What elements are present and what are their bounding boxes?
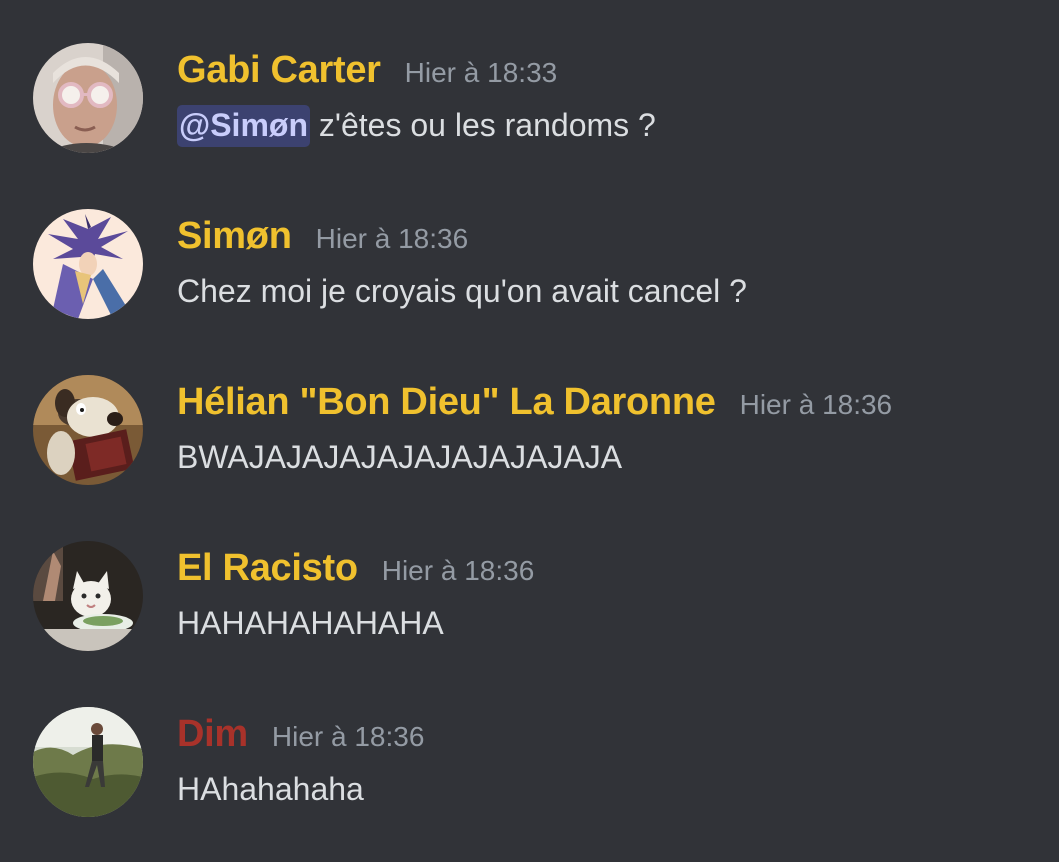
message-timestamp: Hier à 18:36 — [381, 555, 535, 586]
message-content: Chez moi je croyais qu'on avait cancel ? — [177, 273, 747, 310]
author-name[interactable]: Hélian "Bon Dieu" La Daronne — [177, 381, 716, 424]
message-text: HAHAHAHAHAHA — [177, 605, 444, 641]
message-timestamp: Hier à 18:36 — [315, 223, 469, 254]
message-header: Hélian "Bon Dieu" La Daronne Hier à 18:3… — [177, 381, 892, 424]
message-text: BWAJAJAJAJAJAJAJAJAJAJA — [177, 439, 623, 475]
message-text: Chez moi je croyais qu'on avait cancel ? — [177, 273, 747, 309]
chat-message-list: Gabi Carter Hier à 18:33 @Simøn z'êtes o… — [0, 0, 1059, 862]
message-header: Gabi Carter Hier à 18:33 — [177, 49, 557, 92]
author-name[interactable]: Simøn — [177, 215, 292, 258]
message-item: Gabi Carter Hier à 18:33 @Simøn z'êtes o… — [0, 43, 1059, 173]
message-content: HAhahahaha — [177, 771, 364, 808]
avatar[interactable] — [33, 43, 143, 153]
avatar[interactable] — [33, 209, 143, 319]
author-name[interactable]: Dim — [177, 713, 248, 756]
message-item: El Racisto Hier à 18:36 HAHAHAHAHAHA — [0, 541, 1059, 671]
user-mention[interactable]: @Simøn — [177, 105, 310, 147]
message-content: HAHAHAHAHAHA — [177, 605, 444, 642]
message-item: Simøn Hier à 18:36 Chez moi je croyais q… — [0, 209, 1059, 339]
author-name[interactable]: Gabi Carter — [177, 49, 381, 92]
message-content: BWAJAJAJAJAJAJAJAJAJAJA — [177, 439, 622, 476]
message-header: Dim Hier à 18:36 — [177, 713, 424, 756]
avatar[interactable] — [33, 541, 143, 651]
avatar[interactable] — [33, 707, 143, 817]
message-timestamp: Hier à 18:36 — [271, 721, 425, 752]
anime-character-avatar — [33, 209, 143, 319]
message-content: @Simøn z'êtes ou les randoms ? — [177, 105, 656, 147]
person-outdoors-avatar — [33, 707, 143, 817]
man-with-glasses-avatar — [33, 43, 143, 153]
cat-at-table-avatar — [33, 541, 143, 651]
message-item: Dim Hier à 18:36 HAhahahaha — [0, 707, 1059, 837]
message-text: HAhahahaha — [177, 771, 364, 807]
avatar[interactable] — [33, 375, 143, 485]
message-header: Simøn Hier à 18:36 — [177, 215, 468, 258]
author-name[interactable]: El Racisto — [177, 547, 358, 590]
message-text: z'êtes ou les randoms ? — [309, 107, 656, 143]
message-header: El Racisto Hier à 18:36 — [177, 547, 534, 590]
message-timestamp: Hier à 18:36 — [739, 389, 893, 420]
message-timestamp: Hier à 18:33 — [404, 57, 558, 88]
message-item: Hélian "Bon Dieu" La Daronne Hier à 18:3… — [0, 375, 1059, 505]
clay-dog-reading-avatar — [33, 375, 143, 485]
